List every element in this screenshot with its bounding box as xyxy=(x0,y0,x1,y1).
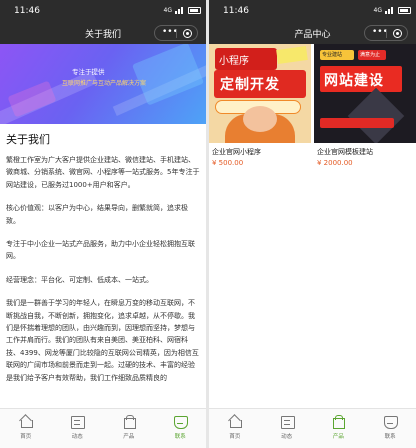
product-price: ¥ 2000.00 xyxy=(317,159,353,167)
status-bar: 11:46 4G xyxy=(209,0,416,22)
about-paragraph: 繁橙工作室为广大客户提供企业建站、微信建站、手机建站、微商城、分销系统、微官网、… xyxy=(6,156,200,189)
about-text: 繁橙工作室为广大客户提供企业建站、微信建站、手机建站、微商城、分销系统、微官网、… xyxy=(0,150,206,384)
nav-bar: 产品中心 ••• xyxy=(209,22,416,44)
about-screen: 11:46 4G 关于我们 ••• 专注于提供 互联网推广与互动产品解决方案 关… xyxy=(0,0,206,448)
mini-program-capsule[interactable]: ••• xyxy=(154,25,198,41)
close-target-icon[interactable] xyxy=(393,29,402,38)
home-icon xyxy=(228,415,242,428)
tab-label: 首页 xyxy=(229,434,241,440)
status-time: 11:46 xyxy=(14,6,40,16)
tab-bar: 首页 动态 产品 联系 xyxy=(0,408,206,448)
product-icon xyxy=(331,415,346,429)
product-price: ¥ 500.00 xyxy=(212,159,244,167)
home-icon xyxy=(19,415,33,428)
signal-icon xyxy=(385,7,394,14)
about-content[interactable]: 专注于提供 互联网推广与互动产品解决方案 关于我们 繁橙工作室为广大客户提供企业… xyxy=(0,44,206,408)
tab-contact[interactable]: 联系 xyxy=(155,409,207,448)
product-card[interactable]: 专业建站 满意为止 网站建设 企业官网模板建站 ¥ 2000.00 xyxy=(314,44,416,167)
tab-label: 产品 xyxy=(332,434,344,440)
tab-home[interactable]: 首页 xyxy=(209,409,261,448)
banner-line-1: 专注于提供 xyxy=(72,68,105,76)
product-image[interactable]: 小程序 定制开发 xyxy=(209,44,311,143)
tab-label: 首页 xyxy=(20,434,32,440)
product-name: 企业官网小程序 xyxy=(212,148,261,156)
status-time: 11:46 xyxy=(223,6,249,16)
poster-tag: 满意为止 xyxy=(360,52,381,58)
contact-icon xyxy=(173,415,189,429)
close-target-icon[interactable] xyxy=(183,29,192,38)
product-card[interactable]: 小程序 定制开发 企业官网小程序 ¥ 500.00 xyxy=(209,44,311,167)
status-bar: 11:46 4G xyxy=(0,0,206,22)
tab-contact[interactable]: 联系 xyxy=(364,409,416,448)
mini-program-capsule[interactable]: ••• xyxy=(364,25,408,41)
tab-label: 动态 xyxy=(281,434,293,440)
tab-label: 动态 xyxy=(71,434,83,440)
capsule-divider xyxy=(386,29,387,38)
about-banner: 专注于提供 互联网推广与互动产品解决方案 xyxy=(0,44,206,124)
product-grid: 小程序 定制开发 企业官网小程序 ¥ 500.00 专业建站 满意为止 网站建设 xyxy=(209,44,416,174)
tab-label: 联系 xyxy=(174,434,186,440)
signal-icon xyxy=(175,7,184,14)
poster-title: 小程序 xyxy=(219,56,249,67)
battery-icon xyxy=(398,7,411,14)
poster-tag: 专业建站 xyxy=(322,52,343,58)
tab-news[interactable]: 动态 xyxy=(261,409,313,448)
banner-line-2: 互联网推广与互动产品解决方案 xyxy=(62,80,147,87)
about-paragraph: 专注于中小企业一站式产品服务，助力中小企业轻松拥抱互联网。 xyxy=(6,240,195,261)
capsule-divider xyxy=(176,29,177,38)
tab-label: 联系 xyxy=(384,434,396,440)
tab-products[interactable]: 产品 xyxy=(313,409,365,448)
product-name: 企业官网模板建站 xyxy=(317,148,373,156)
products-content[interactable]: 小程序 定制开发 企业官网小程序 ¥ 500.00 专业建站 满意为止 网站建设 xyxy=(209,44,416,408)
about-paragraph: 经营理念：平台化、可定制、低成本、一站式。 xyxy=(6,275,153,284)
poster-title: 网站建设 xyxy=(324,73,384,89)
tab-news[interactable]: 动态 xyxy=(52,409,104,448)
news-icon xyxy=(70,415,86,429)
news-icon xyxy=(280,415,295,429)
about-heading: 关于我们 xyxy=(6,133,50,146)
product-icon xyxy=(122,415,136,429)
products-screen: 11:46 4G 产品中心 ••• 小程序 定制开发 企业官网小程序 ¥ 500… xyxy=(209,0,416,448)
tab-bar: 首页 动态 产品 联系 xyxy=(209,408,416,448)
contact-icon xyxy=(383,415,399,429)
about-paragraph: 我们是一群善于学习的年轻人，在瞬息万变的移动互联网，不断挑战自我，不断创新，拥抱… xyxy=(6,299,199,382)
tab-products[interactable]: 产品 xyxy=(103,409,155,448)
network-type: 4G xyxy=(163,7,172,14)
nav-bar: 关于我们 ••• xyxy=(0,22,206,44)
tab-label: 产品 xyxy=(123,434,135,440)
tab-home[interactable]: 首页 xyxy=(0,409,52,448)
network-type: 4G xyxy=(373,7,382,14)
about-paragraph: 核心价值观：以客户为中心，结果导向，删繁就简，追求极致。 xyxy=(6,204,188,225)
battery-icon xyxy=(188,7,201,14)
product-image[interactable]: 专业建站 满意为止 网站建设 xyxy=(314,44,416,143)
poster-subtitle: 定制开发 xyxy=(220,77,280,93)
